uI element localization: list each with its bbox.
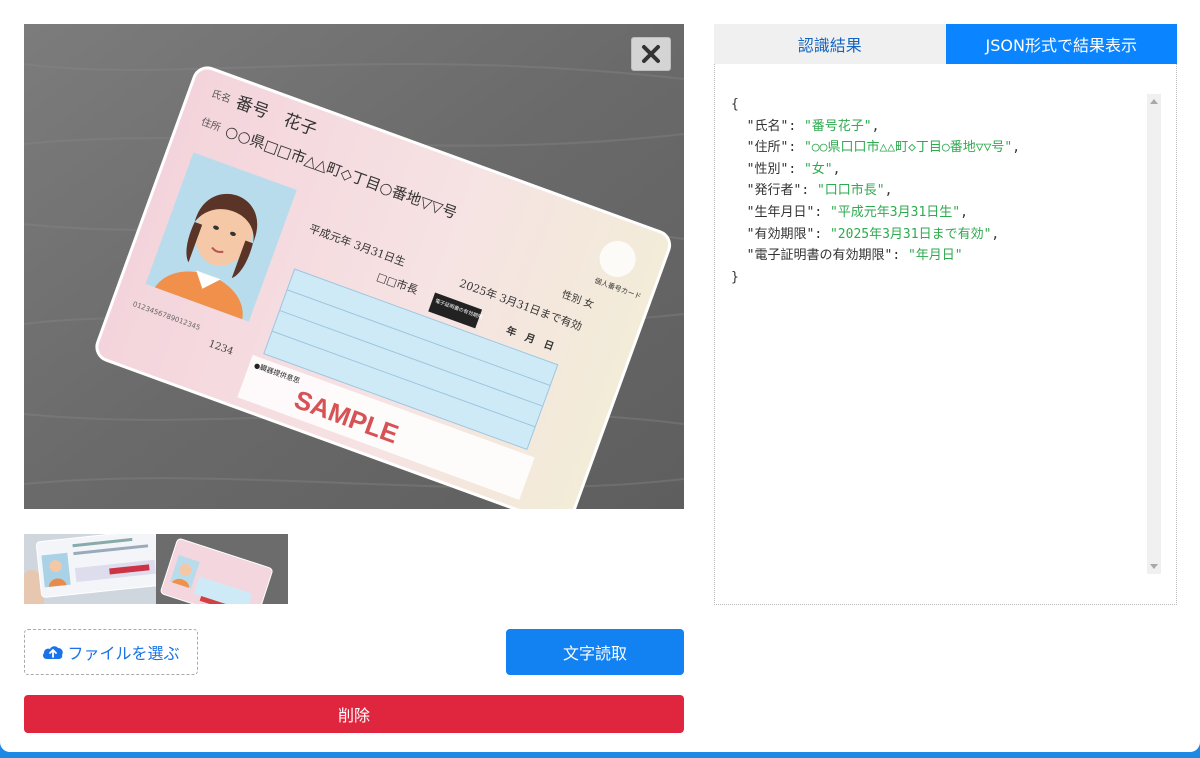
delete-button[interactable]: 削除 xyxy=(24,695,684,733)
json-line-1: "氏名": "番号花子", xyxy=(746,118,880,134)
json-output[interactable]: { "氏名": "番号花子", "住所": "○○県口口市△△町◇丁目○番地▽▽… xyxy=(731,94,1161,574)
json-line-6: "有効期限": "2025年3月31日まで有効", xyxy=(746,226,1000,242)
tab-json[interactable]: JSON形式で結果表示 xyxy=(945,24,1177,64)
thumbnail-1[interactable] xyxy=(24,534,156,604)
choose-file-label: ファイルを選ぶ xyxy=(67,644,180,663)
read-text-label: 文字読取 xyxy=(562,644,627,663)
choose-file-button[interactable]: ファイルを選ぶ xyxy=(24,629,198,675)
tab-recognition[interactable]: 認識結果 xyxy=(714,24,946,64)
thumbnail-2[interactable] xyxy=(156,534,288,604)
thumbnail-strip xyxy=(24,534,288,604)
json-scrollbar[interactable] xyxy=(1147,94,1161,574)
main-panel: 氏名 番号 花子 住所 ○○県□□市△△町◇丁目○番地▽▽号 平成元年 3月31… xyxy=(0,0,1200,752)
json-line-5: "生年月日": "平成元年3月31日生", xyxy=(746,204,968,220)
json-close-brace: } xyxy=(731,269,739,285)
json-result-panel: { "氏名": "番号花子", "住所": "○○県口口市△△町◇丁目○番地▽▽… xyxy=(714,64,1177,605)
json-line-7: "電子証明書の有効期限": "年月日" xyxy=(746,248,963,264)
json-line-4: "発行者": "口口市長", xyxy=(746,183,893,199)
scroll-up-icon[interactable] xyxy=(1150,99,1158,104)
scroll-down-icon[interactable] xyxy=(1150,564,1158,569)
tab-json-label: JSON形式で結果表示 xyxy=(985,36,1137,55)
read-text-button[interactable]: 文字読取 xyxy=(506,629,684,675)
result-tabs: 認識結果 JSON形式で結果表示 xyxy=(714,24,1177,64)
card-photo: 氏名 番号 花子 住所 ○○県□□市△△町◇丁目○番地▽▽号 平成元年 3月31… xyxy=(24,24,684,509)
close-icon xyxy=(642,45,660,63)
cloud-upload-icon xyxy=(43,646,64,659)
image-preview: 氏名 番号 花子 住所 ○○県□□市△△町◇丁目○番地▽▽号 平成元年 3月31… xyxy=(24,24,684,509)
tab-recognition-label: 認識結果 xyxy=(797,36,862,55)
json-line-2: "住所": "○○県口口市△△町◇丁目○番地▽▽号", xyxy=(746,140,1021,156)
json-open-brace: { xyxy=(731,97,739,112)
delete-label: 削除 xyxy=(337,706,370,725)
close-preview-button[interactable] xyxy=(631,37,671,71)
json-line-3: "性別": "女", xyxy=(746,161,841,177)
